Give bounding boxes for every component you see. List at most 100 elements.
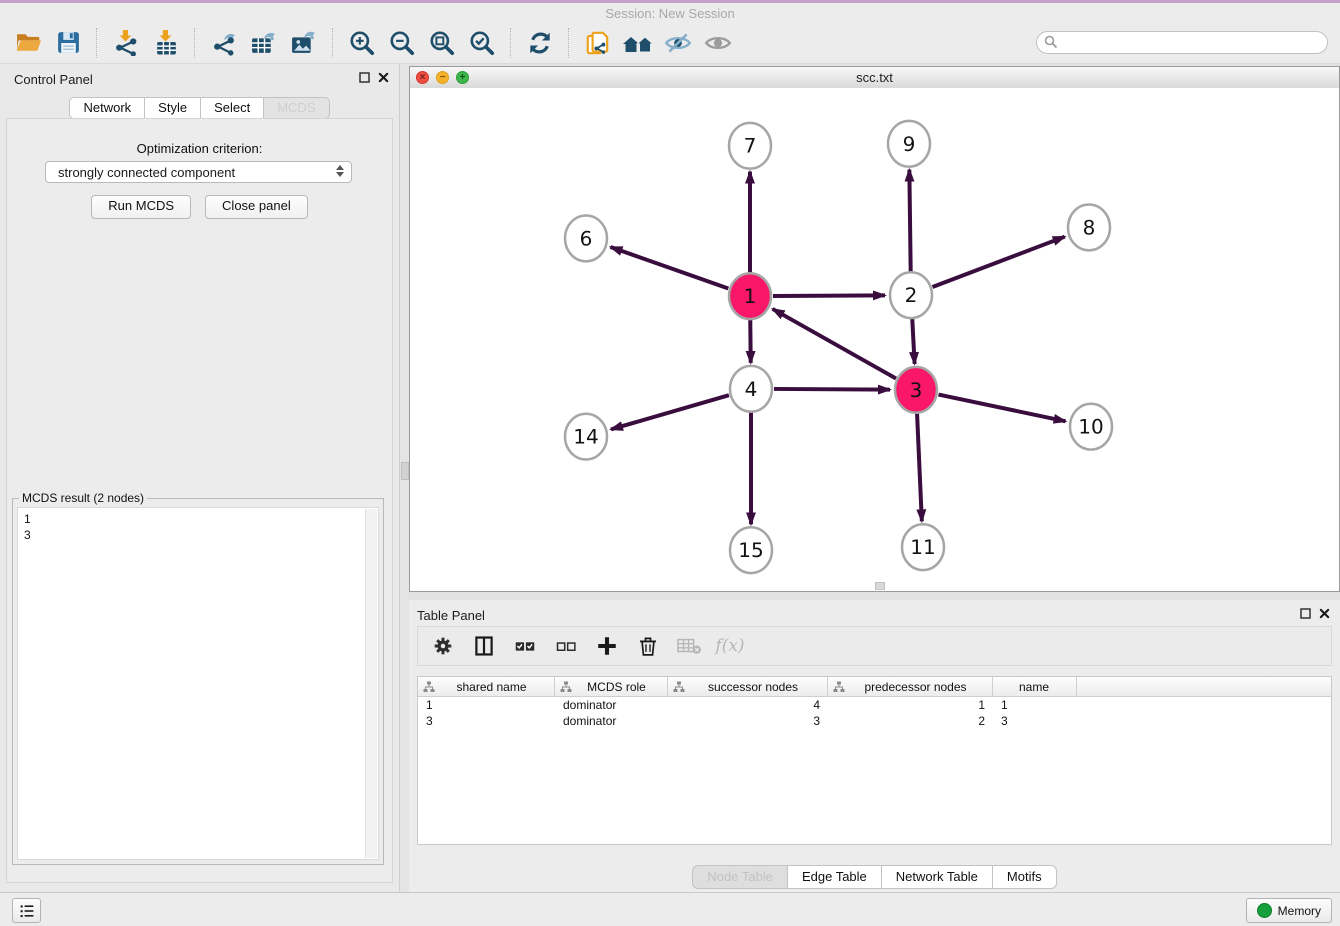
run-mcds-button[interactable]: Run MCDS: [91, 195, 191, 219]
unselect-all-icon[interactable]: [553, 633, 579, 659]
network-edge-4-3[interactable]: [774, 389, 890, 390]
splitter-handle[interactable]: [401, 462, 409, 480]
home-icon: [621, 29, 655, 57]
network-window-title: scc.txt: [410, 70, 1339, 85]
refresh-button[interactable]: [524, 27, 556, 59]
import-table-button[interactable]: [150, 27, 182, 59]
table-cell: 3: [993, 714, 1077, 728]
import-network-button[interactable]: [110, 27, 142, 59]
zoom-out-button[interactable]: [386, 27, 418, 59]
header-filler: [1077, 677, 1331, 696]
export-network-button[interactable]: [208, 27, 240, 59]
network-edge-2-3[interactable]: [912, 318, 914, 364]
column-header-MCDS-role[interactable]: MCDS role: [555, 677, 668, 696]
column-header-successor-nodes[interactable]: successor nodes: [668, 677, 828, 696]
export-image-icon: [290, 29, 319, 56]
table-cell: 2: [828, 714, 993, 728]
close-table-panel-button[interactable]: [1319, 608, 1330, 619]
panel-splitter[interactable]: [400, 64, 409, 893]
toolbar-separator: [510, 28, 512, 58]
duplicate-network-button[interactable]: [582, 27, 614, 59]
node-label-9: 9: [903, 132, 916, 156]
network-edge-2-8[interactable]: [932, 237, 1064, 287]
task-history-button[interactable]: [12, 898, 41, 923]
duplicate-network-icon: [584, 29, 612, 57]
column-header-label: shared name: [435, 680, 554, 694]
open-session-button[interactable]: [12, 27, 44, 59]
control-panel-tabs: NetworkStyleSelectMCDS: [0, 97, 399, 119]
network-window-titlebar[interactable]: × − + scc.txt: [410, 67, 1339, 89]
table-panel: Table Panel f(x) shared nameMCDS rolesuc…: [409, 600, 1340, 893]
node-label-14: 14: [573, 425, 598, 449]
network-edge-1-6[interactable]: [611, 247, 729, 288]
column-header-shared-name[interactable]: shared name: [418, 677, 555, 696]
zoom-selected-button[interactable]: [466, 27, 498, 59]
add-column-icon[interactable]: [594, 633, 620, 659]
network-edge-3-10[interactable]: [939, 395, 1066, 422]
tab-network-table[interactable]: Network Table: [882, 865, 993, 889]
column-header-predecessor-nodes[interactable]: predecessor nodes: [828, 677, 993, 696]
zoom-in-button[interactable]: [346, 27, 378, 59]
search-icon: [1044, 35, 1058, 49]
network-edge-3-11[interactable]: [917, 413, 922, 522]
select-stepper-icon: [336, 165, 344, 177]
tab-edge-table[interactable]: Edge Table: [788, 865, 882, 889]
gear-icon[interactable]: [430, 633, 456, 659]
node-label-3: 3: [910, 378, 923, 402]
column-tree-icon: [560, 681, 572, 693]
network-canvas[interactable]: 1234678910111415: [410, 88, 1339, 591]
save-icon: [55, 29, 82, 56]
tab-style[interactable]: Style: [145, 97, 201, 119]
table-row[interactable]: 3dominator323: [418, 713, 1331, 729]
node-label-4: 4: [745, 377, 758, 401]
float-table-panel-button[interactable]: [1300, 608, 1311, 619]
criterion-select[interactable]: strongly connected component: [45, 161, 352, 183]
tab-node-table[interactable]: Node Table: [692, 865, 788, 889]
select-all-icon[interactable]: [512, 633, 538, 659]
table-header-row: shared nameMCDS rolesuccessor nodesprede…: [418, 677, 1331, 697]
network-edge-2-9[interactable]: [909, 170, 910, 273]
mcds-result-text[interactable]: 1 3: [18, 508, 378, 859]
tab-motifs[interactable]: Motifs: [993, 865, 1057, 889]
tab-select[interactable]: Select: [201, 97, 264, 119]
save-session-button[interactable]: [52, 27, 84, 59]
export-network-icon: [211, 29, 238, 56]
split-columns-icon[interactable]: [471, 633, 497, 659]
float-panel-button[interactable]: [359, 72, 370, 83]
column-tree-icon: [833, 681, 845, 693]
table-tabs: Node TableEdge TableNetwork TableMotifs: [409, 865, 1340, 889]
criterion-value: strongly connected component: [58, 165, 235, 180]
network-edge-3-1[interactable]: [773, 309, 896, 379]
export-table-icon: [250, 29, 279, 56]
zoom-fit-button[interactable]: [426, 27, 458, 59]
home-button[interactable]: [622, 27, 654, 59]
column-header-label: name: [998, 680, 1076, 694]
memory-status-icon: [1257, 903, 1272, 918]
close-panel-button-mcds[interactable]: Close panel: [205, 195, 308, 219]
table-cell: 1: [828, 698, 993, 712]
close-panel-button[interactable]: [378, 72, 389, 83]
result-scrollbar[interactable]: [365, 509, 377, 858]
column-header-name[interactable]: name: [993, 677, 1077, 696]
network-view-window: × − + scc.txt 1234678910111415: [409, 66, 1340, 592]
tab-network[interactable]: Network: [69, 97, 145, 119]
search-input[interactable]: [1036, 31, 1328, 54]
node-label-8: 8: [1083, 215, 1096, 239]
table-row[interactable]: 1dominator411: [418, 697, 1331, 713]
function-builder-icon: f(x): [717, 633, 743, 659]
node-label-10: 10: [1078, 415, 1103, 439]
node-table: shared nameMCDS rolesuccessor nodesprede…: [417, 676, 1332, 845]
hide-selected-button[interactable]: [662, 27, 694, 59]
memory-button[interactable]: Memory: [1246, 898, 1332, 923]
network-edge-1-2[interactable]: [773, 295, 885, 296]
export-image-button[interactable]: [288, 27, 320, 59]
trash-icon[interactable]: [635, 633, 661, 659]
network-edge-4-14[interactable]: [611, 395, 729, 429]
show-all-button: [702, 27, 734, 59]
zoom-selected-icon: [468, 29, 496, 57]
table-cell: 3: [418, 714, 555, 728]
export-table-button[interactable]: [248, 27, 280, 59]
canvas-resize-grip[interactable]: [875, 582, 885, 590]
session-title: Session: New Session: [0, 6, 1340, 21]
tab-mcds[interactable]: MCDS: [264, 97, 329, 119]
